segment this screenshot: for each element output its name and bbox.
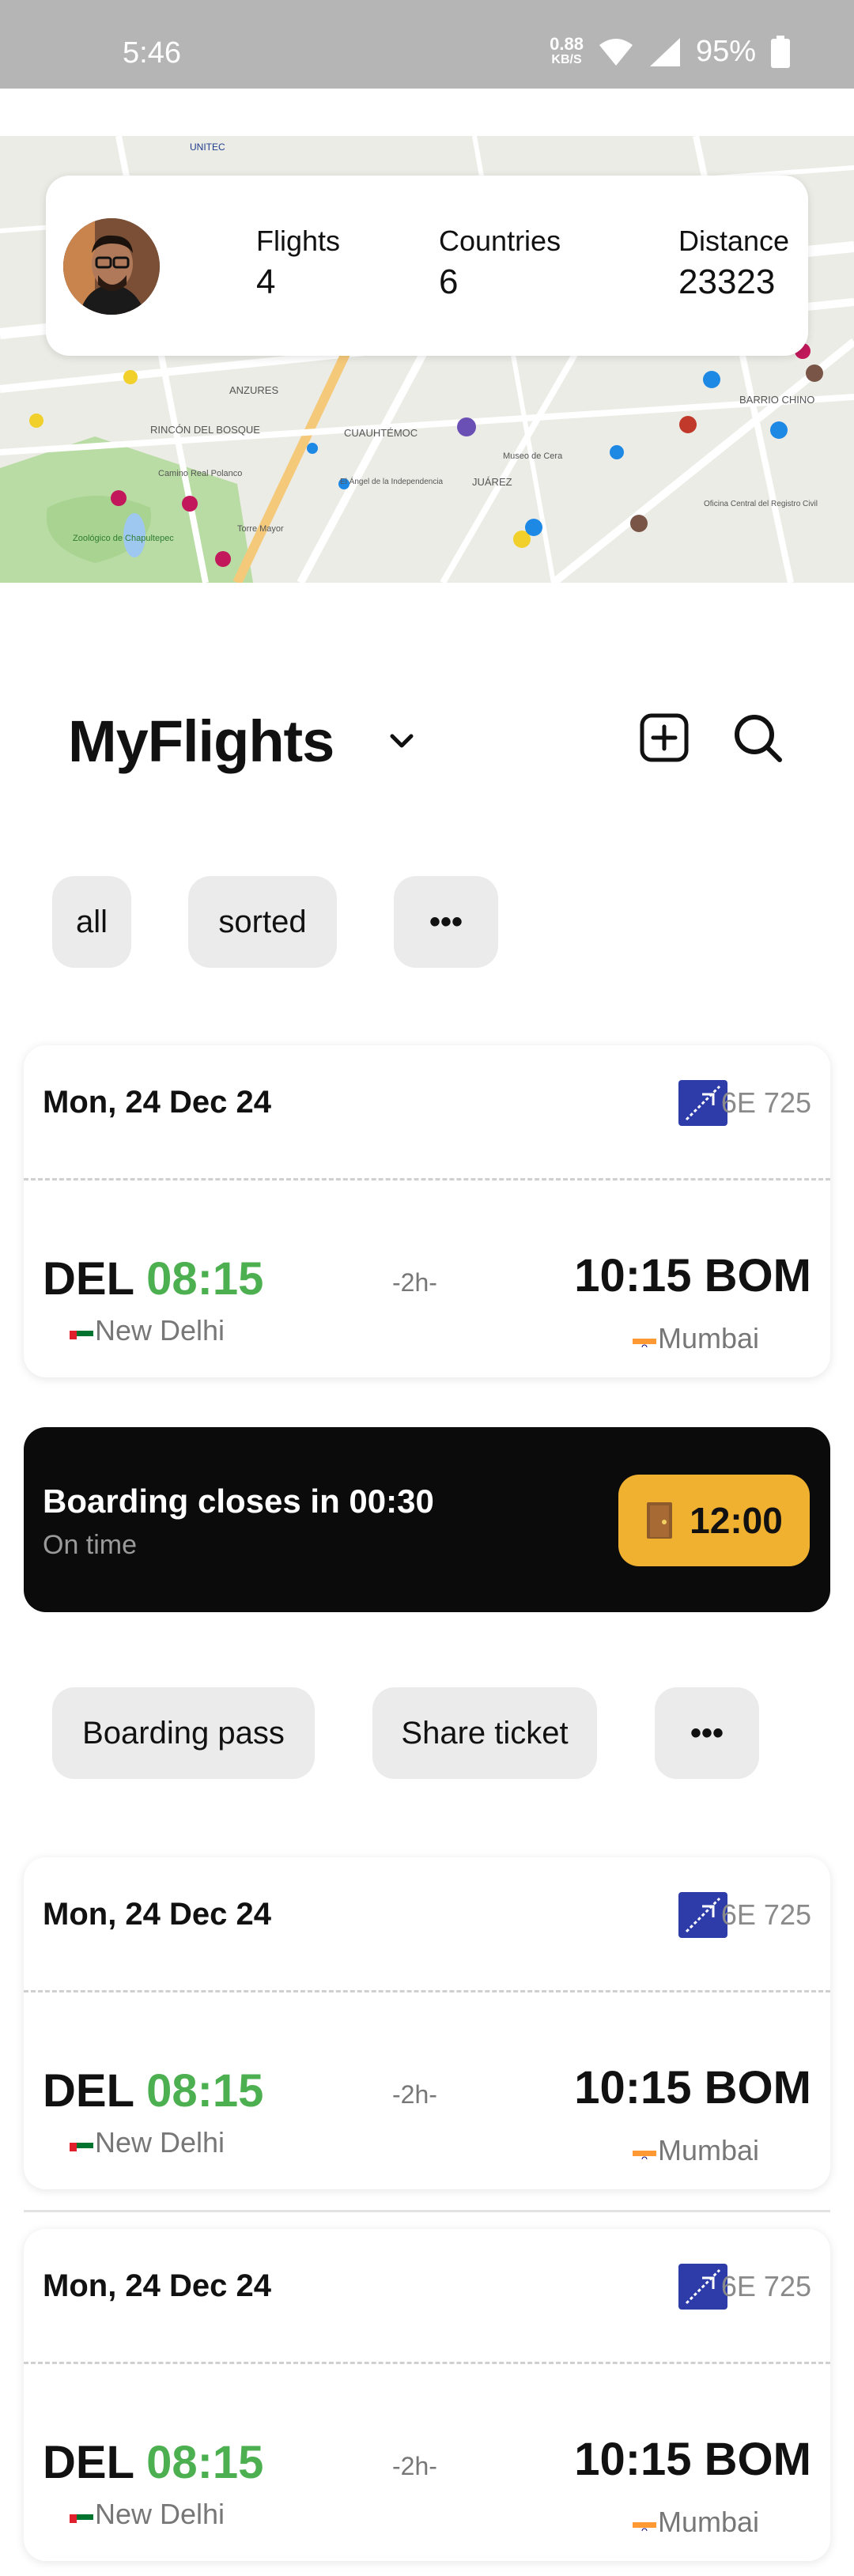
map-label: Museo de Cera [503, 451, 563, 461]
map-label: CUAUHTÉMOC [344, 427, 418, 439]
departure-code: DEL [43, 1253, 134, 1305]
arrival-code: BOM [704, 1250, 811, 1301]
departure-city: New Delhi [70, 2126, 225, 2159]
signal-icon [649, 37, 680, 66]
map-label: ANZURES [229, 384, 278, 396]
flight-number: 6E 725 [720, 2270, 811, 2302]
flag-icon [632, 2514, 656, 2531]
filter-all-chip[interactable]: all [52, 876, 131, 968]
battery-icon [771, 35, 790, 68]
flight-duration: -2h- [392, 2080, 437, 2109]
flag-icon [70, 2134, 93, 2151]
flight-card[interactable]: Mon, 24 Dec 24 6E 725 DEL 08:15 New Delh… [24, 2229, 830, 2561]
flight-date: Mon, 24 Dec 24 [43, 1085, 272, 1120]
door-icon [647, 1502, 673, 1539]
filter-more-button[interactable]: ••• [394, 876, 498, 968]
flight-date: Mon, 24 Dec 24 [43, 1897, 272, 1932]
flight-duration: -2h- [392, 1268, 437, 1297]
departure-time: 08:15 [146, 2437, 264, 2488]
flag-icon [70, 2506, 93, 2523]
boarding-banner: Boarding closes in 00:30 On time 12:00 [24, 1427, 830, 1612]
map-label: RINCÓN DEL BOSQUE [150, 424, 260, 436]
card-divider [24, 1178, 830, 1180]
departure: DEL 08:15 [43, 1252, 263, 1305]
arrival-code: BOM [704, 2062, 811, 2113]
status-bar: 5:46 0.88 KB/S 95% [0, 0, 854, 89]
map-label: Oficina Central del Registro Civil [704, 500, 818, 508]
boarding-pass-button[interactable]: Boarding pass [52, 1687, 315, 1779]
departure-code: DEL [43, 2065, 134, 2117]
stat-value: 4 [256, 263, 276, 301]
map-label: Camino Real Polanco [158, 469, 242, 478]
wifi-icon [599, 38, 633, 66]
map-label: El Ángel de la Independencia [340, 476, 444, 486]
battery-percent: 95% [695, 35, 756, 68]
stat-value: 23323 [678, 263, 776, 301]
card-divider [24, 1990, 830, 1992]
departure-time: 08:15 [146, 2065, 264, 2117]
stat-label: Flights [256, 225, 341, 257]
airline-logo-icon [678, 1892, 727, 1938]
arrival-code: BOM [704, 2434, 811, 2485]
stat-countries: Countries 6 [439, 225, 561, 302]
profile-stats-card: Flights 4 Countries 6 Distance 23323 [46, 176, 808, 356]
add-flight-icon[interactable] [637, 711, 691, 765]
header: MyFlights [68, 700, 795, 779]
user-photo [63, 218, 160, 315]
map-label: Zoológico de Chapultepec [73, 534, 174, 543]
card-divider [24, 2362, 830, 2364]
flight-card[interactable]: Mon, 24 Dec 24 6E 725 DEL 08:15 New Delh… [24, 1857, 830, 2189]
arrival-time: 10:15 [574, 2434, 692, 2485]
status-icons: 0.88 KB/S 95% [550, 35, 791, 69]
share-ticket-button[interactable]: Share ticket [372, 1687, 597, 1779]
arrival-city: Mumbai [632, 1322, 759, 1355]
gate-time-button[interactable]: 12:00 [618, 1475, 810, 1566]
arrival: 10:15 BOM [574, 1249, 811, 1302]
airline-logo-icon [678, 1080, 727, 1126]
airline-logo-icon [678, 2264, 727, 2310]
departure-time: 08:15 [146, 1253, 264, 1305]
flight-number: 6E 725 [720, 1086, 811, 1119]
stat-label: Distance [678, 225, 790, 257]
stat-distance: Distance 23323 [678, 225, 789, 302]
network-speed: 0.88 KB/S [550, 33, 584, 66]
avatar[interactable] [63, 218, 160, 315]
flag-icon [632, 1330, 656, 1347]
filter-sorted-chip[interactable]: sorted [188, 876, 337, 968]
arrival-city: Mumbai [632, 2134, 759, 2167]
boarding-status: On time [43, 1530, 138, 1560]
map-label: Torre Mayor [237, 524, 284, 534]
status-time: 5:46 [123, 36, 181, 70]
list-divider [24, 2210, 830, 2212]
flight-date: Mon, 24 Dec 24 [43, 2268, 272, 2303]
departure: DEL 08:15 [43, 2064, 263, 2117]
arrival-city: Mumbai [632, 2506, 759, 2539]
map-label: UNITEC [190, 142, 225, 153]
ticket-more-button[interactable]: ••• [655, 1687, 759, 1779]
flight-number: 6E 725 [720, 1898, 811, 1931]
arrival-time: 10:15 [574, 2062, 692, 2113]
departure-city: New Delhi [70, 1314, 225, 1347]
flag-icon [632, 2142, 656, 2159]
flight-duration: -2h- [392, 2452, 437, 2480]
arrival: 10:15 BOM [574, 2061, 811, 2114]
map-label: JUÁREZ [472, 476, 512, 488]
map-label: BARRIO CHINO [739, 394, 814, 406]
stat-label: Countries [439, 225, 561, 257]
arrival: 10:15 BOM [574, 2433, 811, 2486]
gate-time: 12:00 [690, 1500, 783, 1541]
search-icon[interactable] [731, 711, 784, 765]
flight-card[interactable]: Mon, 24 Dec 24 6E 725 DEL 08:15 New Delh… [24, 1045, 830, 1377]
flag-icon [70, 1322, 93, 1339]
departure-city: New Delhi [70, 2498, 225, 2531]
stat-value: 6 [439, 263, 459, 301]
chevron-down-icon[interactable] [384, 723, 419, 758]
departure-code: DEL [43, 2437, 134, 2488]
boarding-message: Boarding closes in 00:30 [43, 1483, 434, 1520]
departure: DEL 08:15 [43, 2436, 263, 2489]
arrival-time: 10:15 [574, 1250, 692, 1301]
page-title[interactable]: MyFlights [68, 708, 334, 775]
stat-flights: Flights 4 [256, 225, 340, 302]
